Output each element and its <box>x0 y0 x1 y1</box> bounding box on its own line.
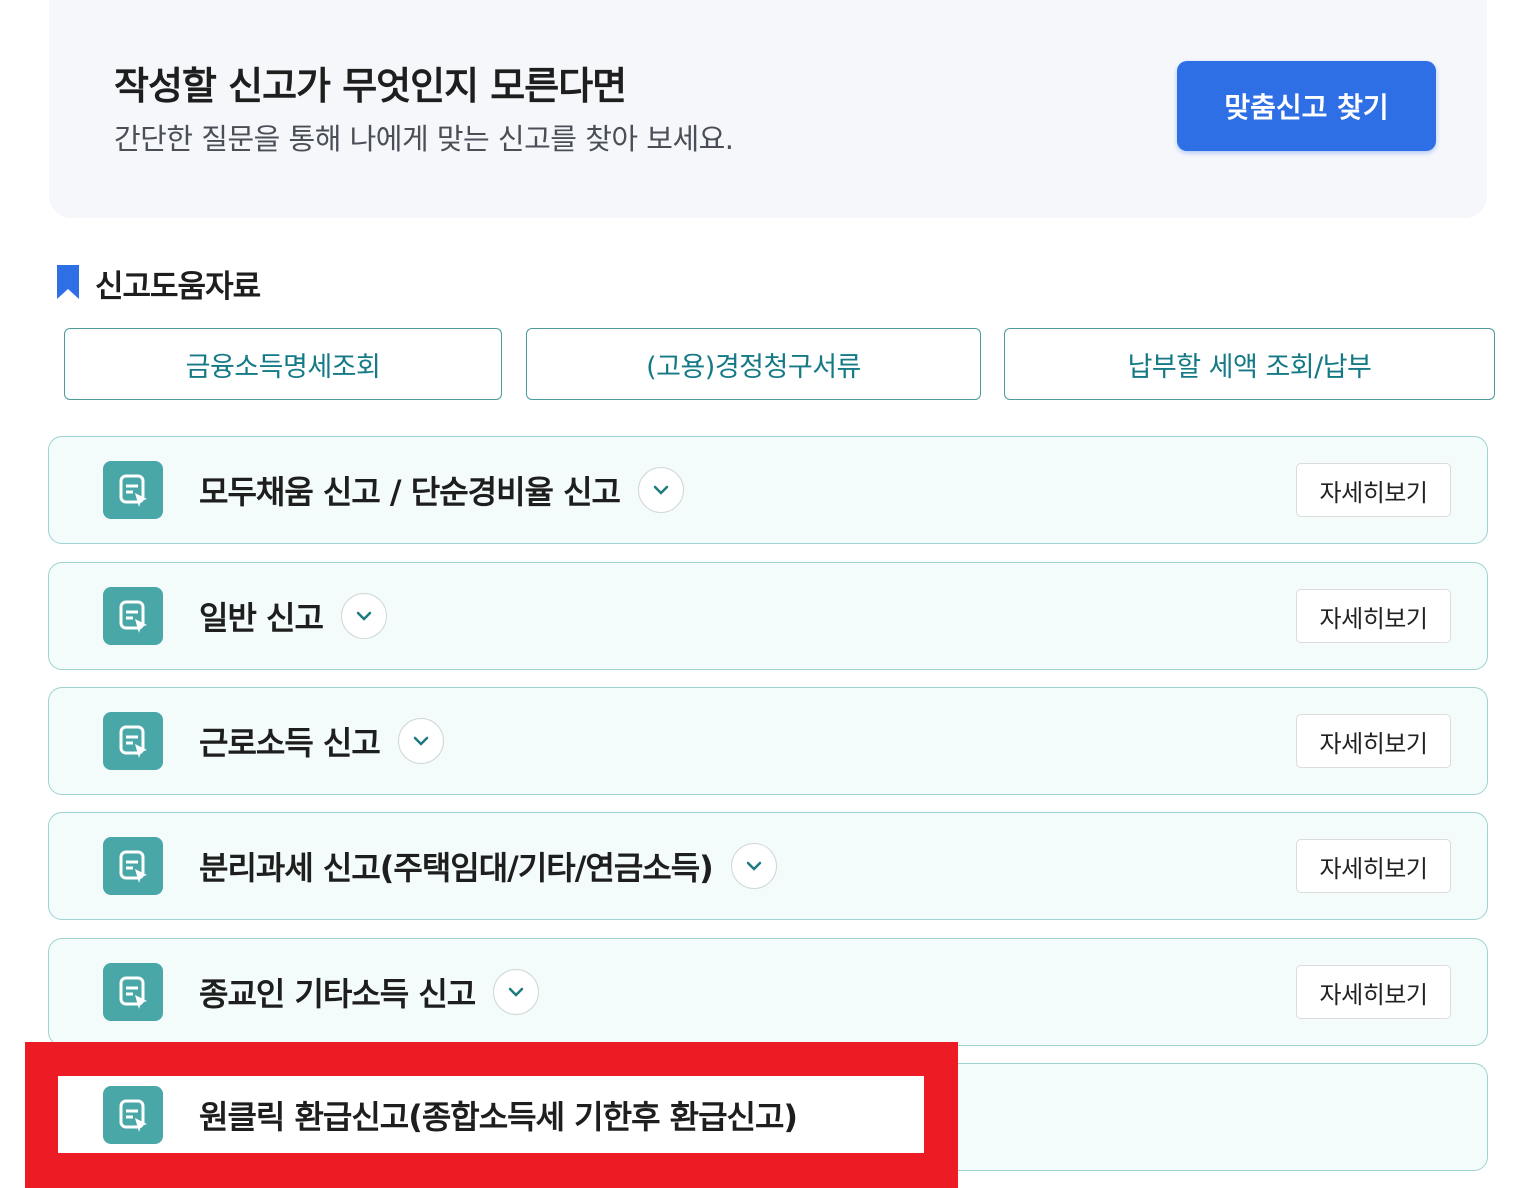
document-edit-icon <box>103 837 163 895</box>
chevron-down-icon[interactable] <box>340 592 387 639</box>
chevron-down-icon[interactable] <box>493 968 540 1015</box>
filing-card: 종교인 기타소득 신고 자세히보기 <box>48 938 1488 1046</box>
filing-title: 근로소득 신고 <box>199 723 381 762</box>
filing-title: 원클릭 환급신고(종합소득세 기한후 환급신고) <box>199 1097 798 1136</box>
banner-title: 작성할 신고가 무엇인지 모른다면 <box>114 64 627 108</box>
filing-title: 모두채움 신고 / 단순경비율 신고 <box>199 472 621 511</box>
document-edit-icon <box>103 963 163 1021</box>
employment-correction-docs-button[interactable]: (고용)경정청구서류 <box>526 328 981 400</box>
filing-card-header: 종교인 기타소득 신고 <box>199 939 540 1044</box>
document-edit-icon <box>103 587 163 645</box>
banner-subtitle: 간단한 질문을 통해 나에게 맞는 신고를 찾아 보세요. <box>114 122 734 156</box>
chevron-down-icon[interactable] <box>637 466 684 513</box>
filing-title: 종교인 기타소득 신고 <box>199 974 476 1013</box>
financial-income-lookup-button[interactable]: 금융소득명세조회 <box>64 328 502 400</box>
one-click-refund-item[interactable]: 원클릭 환급신고(종합소득세 기한후 환급신고) <box>58 1076 924 1153</box>
filing-card-header: 일반 신고 <box>199 563 387 668</box>
filing-title: 일반 신고 <box>199 598 324 637</box>
filing-card: 일반 신고 자세히보기 <box>48 562 1488 670</box>
filing-card-header: 분리과세 신고(주택임대/기타/연금소득) <box>199 813 777 918</box>
detail-button[interactable]: 자세히보기 <box>1296 839 1451 893</box>
detail-button[interactable]: 자세히보기 <box>1296 965 1451 1019</box>
document-edit-icon <box>103 712 163 770</box>
detail-button[interactable]: 자세히보기 <box>1296 463 1451 517</box>
find-custom-filing-button[interactable]: 맞춤신고 찾기 <box>1177 61 1436 151</box>
document-edit-icon <box>103 461 163 519</box>
filing-card: 근로소득 신고 자세히보기 <box>48 687 1488 795</box>
section-title-label: 신고도움자료 <box>95 268 261 305</box>
filing-title: 분리과세 신고(주택임대/기타/연금소득) <box>199 848 714 887</box>
filing-card-header: 모두채움 신고 / 단순경비율 신고 <box>199 437 684 542</box>
filing-card: 모두채움 신고 / 단순경비율 신고 자세히보기 <box>48 436 1488 544</box>
document-edit-icon <box>103 1086 163 1144</box>
tax-payment-lookup-button[interactable]: 납부할 세액 조회/납부 <box>1004 328 1495 400</box>
chevron-down-icon[interactable] <box>397 717 444 764</box>
bookmark-icon <box>57 265 79 299</box>
detail-button[interactable]: 자세히보기 <box>1296 714 1451 768</box>
section-title: 신고도움자료 <box>55 263 261 305</box>
filing-card-header: 근로소득 신고 <box>199 688 444 793</box>
detail-button[interactable]: 자세히보기 <box>1296 589 1451 643</box>
filing-card: 분리과세 신고(주택임대/기타/연금소득) 자세히보기 <box>48 812 1488 920</box>
chevron-down-icon[interactable] <box>730 842 777 889</box>
